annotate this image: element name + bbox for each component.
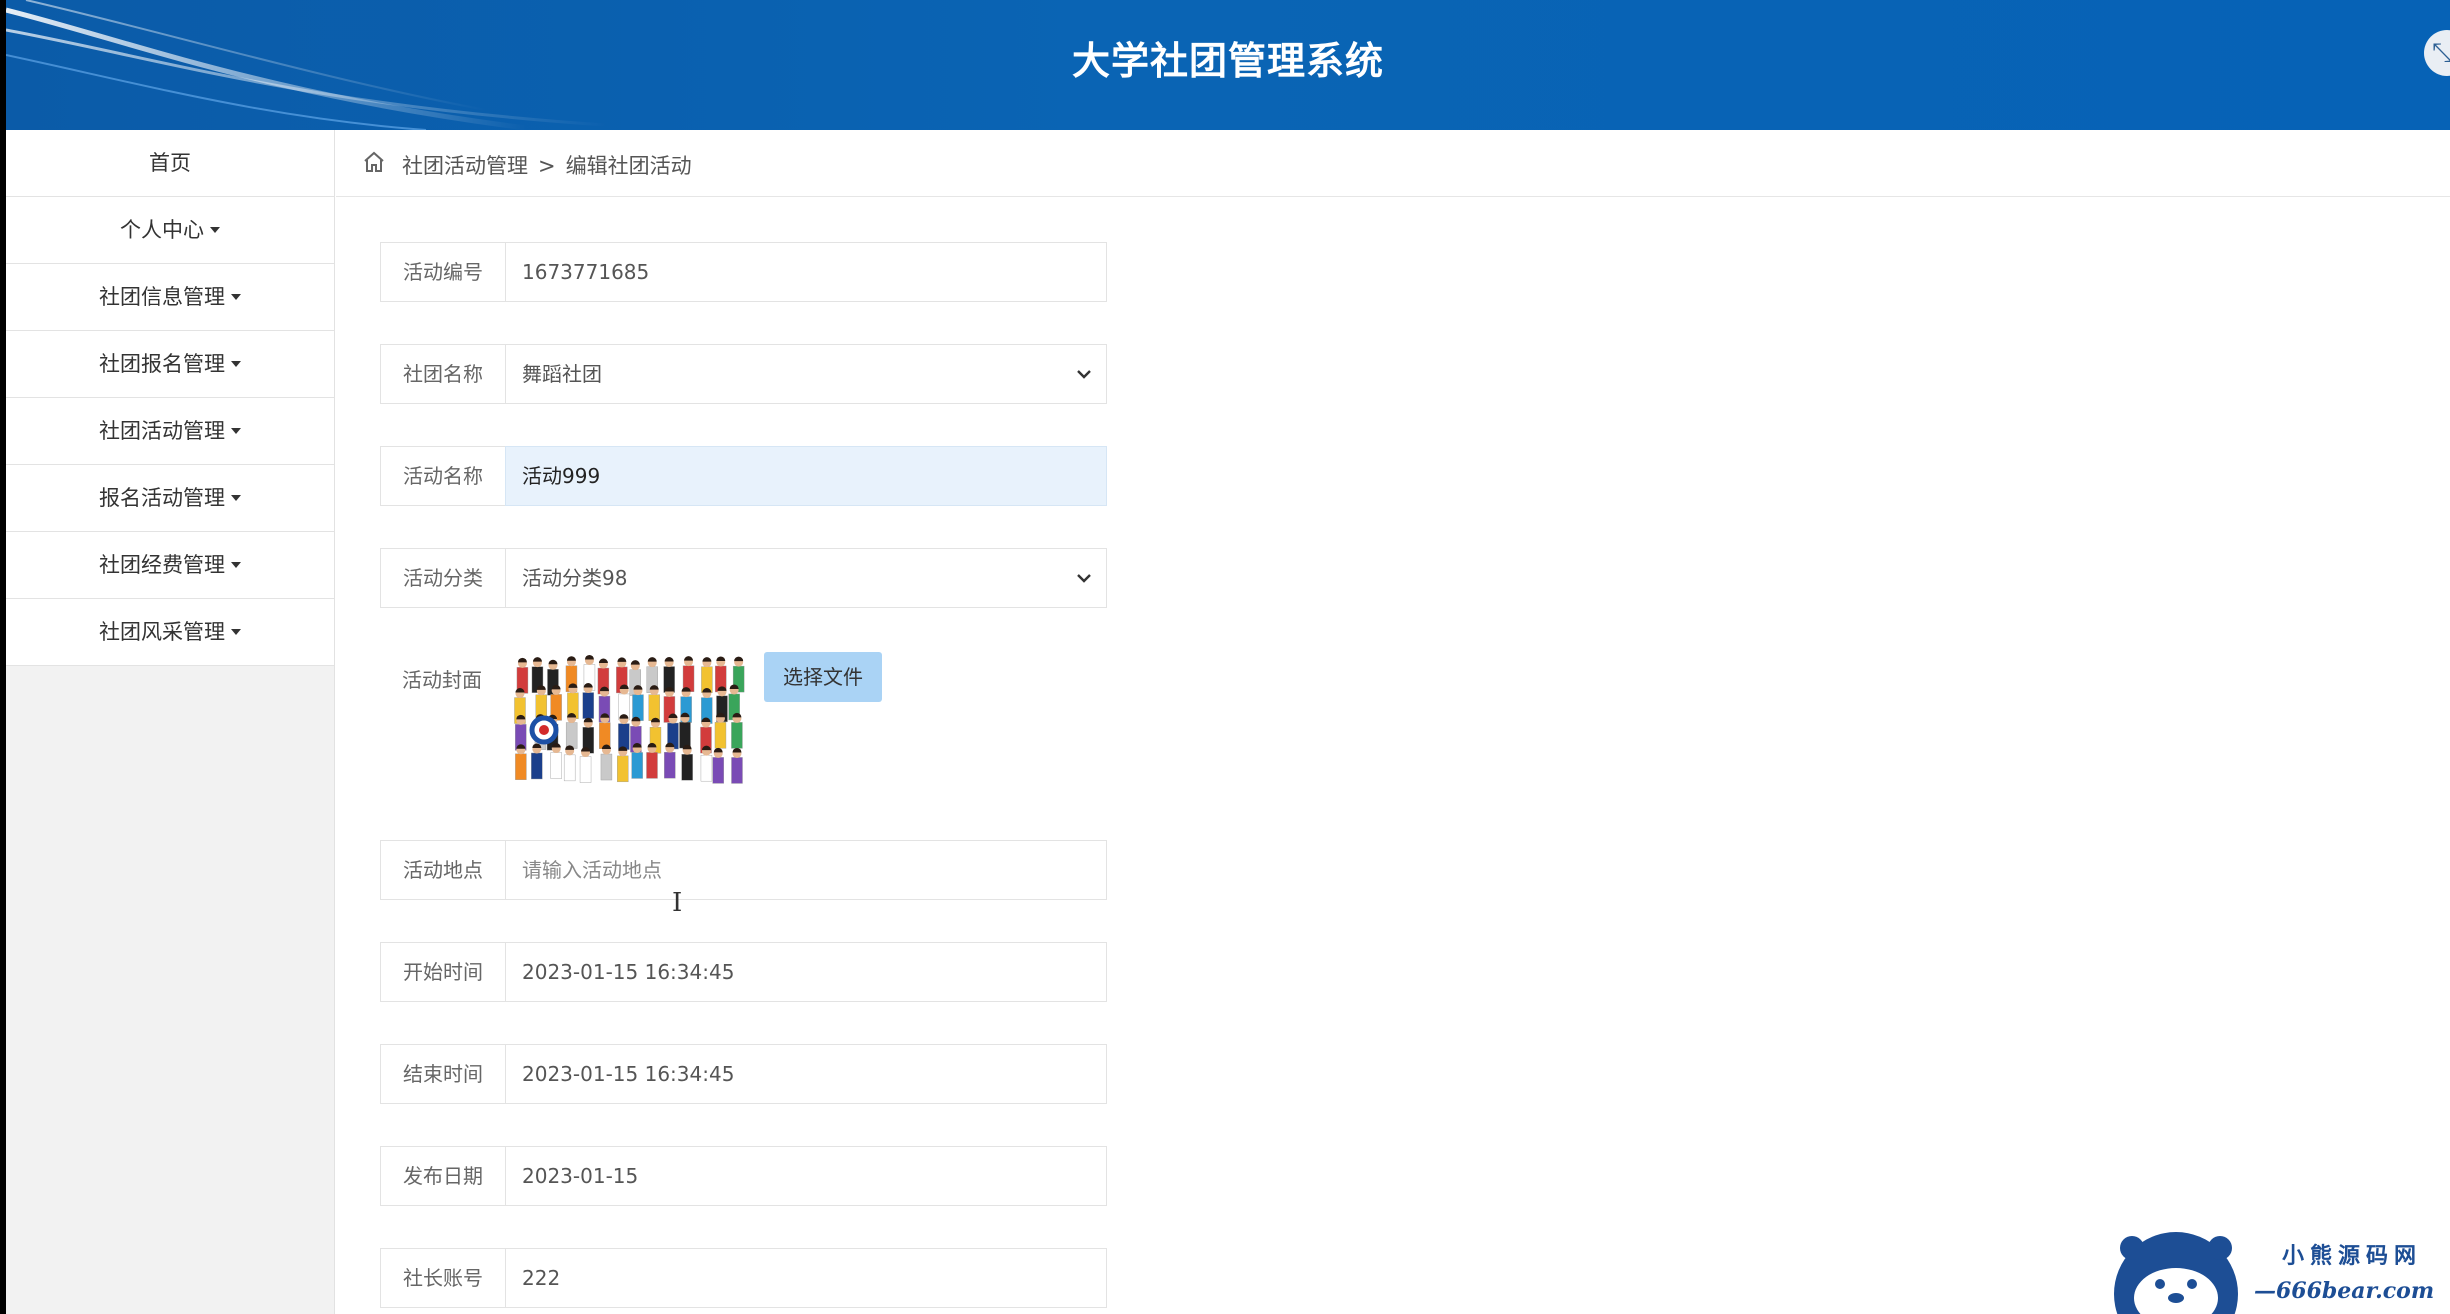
field-label: 社团名称 [380, 344, 505, 404]
activity-name-input[interactable]: 活动999 [505, 446, 1107, 506]
form-row-club-name: 社团名称 舞蹈社团 [380, 344, 1108, 404]
app-window: 大学社团管理系统 ⤡ 首页 个人中心 社团信息管理 社团报名管理 社团活动管理 … [6, 0, 2450, 1314]
sidebar-item-club-showcase[interactable]: 社团风采管理 [6, 599, 334, 666]
form-row-leader-account: 社长账号 222 [380, 1248, 1108, 1308]
field-label: 开始时间 [380, 942, 505, 1002]
category-select[interactable]: 活动分类98 [505, 548, 1107, 608]
breadcrumb-trail: 社团活动管理 > 编辑社团活动 [402, 150, 692, 180]
caret-down-icon [231, 495, 241, 501]
field-label: 活动名称 [380, 446, 505, 506]
cover-image-group-photo [508, 644, 748, 810]
caret-down-icon [210, 227, 220, 233]
caret-down-icon [231, 428, 241, 434]
club-name-select[interactable]: 舞蹈社团 [505, 344, 1107, 404]
sidebar-item-club-activity[interactable]: 社团活动管理 [6, 398, 334, 465]
bear-logo-icon [2114, 1232, 2238, 1314]
publish-date-input[interactable]: 2023-01-15 [505, 1146, 1107, 1206]
sidebar-item-label: 社团风采管理 [99, 620, 225, 644]
sidebar-item-club-info[interactable]: 社团信息管理 [6, 264, 334, 331]
form-row-end-time: 结束时间 2023-01-15 16:34:45 [380, 1044, 1108, 1104]
location-input[interactable]: 请输入活动地点 [505, 840, 1107, 900]
activity-no-input[interactable]: 1673771685 [505, 242, 1107, 302]
chevron-down-icon [1077, 574, 1091, 583]
breadcrumb-section-link[interactable]: 社团活动管理 [402, 154, 528, 178]
club-name-selected-value: 舞蹈社团 [522, 362, 602, 386]
sidebar-item-label: 社团信息管理 [99, 285, 225, 309]
form-row-category: 活动分类 活动分类98 [380, 548, 1108, 608]
watermark-cn-text: 小熊源码网 [2282, 1243, 2423, 1269]
text-cursor-icon: I [672, 888, 683, 918]
sidebar-item-label: 社团报名管理 [99, 352, 225, 376]
breadcrumb-current-page: 编辑社团活动 [565, 154, 692, 178]
sidebar-item-label: 首页 [149, 151, 191, 175]
caret-down-icon [231, 562, 241, 568]
field-label: 活动地点 [380, 840, 505, 900]
sidebar-item-activity-signup[interactable]: 报名活动管理 [6, 465, 334, 532]
field-label: 活动分类 [380, 548, 505, 608]
sidebar-item-label: 报名活动管理 [99, 486, 225, 510]
sidebar-item-label: 社团活动管理 [99, 419, 225, 443]
sidebar-item-label: 社团经费管理 [99, 553, 225, 577]
field-label: 结束时间 [380, 1044, 505, 1104]
end-time-input[interactable]: 2023-01-15 16:34:45 [505, 1044, 1107, 1104]
sidebar-item-label: 个人中心 [120, 218, 204, 242]
form-row-location: 活动地点 请输入活动地点 [380, 840, 1108, 900]
sidebar-item-club-signup[interactable]: 社团报名管理 [6, 331, 334, 398]
form-row-activity-no: 活动编号 1673771685 [380, 242, 1108, 302]
field-label: 活动编号 [380, 242, 505, 302]
breadcrumb: 社团活动管理 > 编辑社团活动 [336, 130, 2450, 197]
watermark-url-text: —666bear.com— [2254, 1278, 2435, 1314]
app-title: 大学社团管理系统 [1071, 39, 1384, 83]
form-row-activity-name: 活动名称 活动999 [380, 446, 1108, 506]
field-label: 活动封面 [402, 668, 482, 692]
start-time-input[interactable]: 2023-01-15 16:34:45 [505, 942, 1107, 1002]
form-row-start-time: 开始时间 2023-01-15 16:34:45 [380, 942, 1108, 1002]
sidebar: 首页 个人中心 社团信息管理 社团报名管理 社团活动管理 报名活动管理 社团经费… [6, 130, 335, 1314]
home-icon[interactable] [362, 150, 386, 174]
caret-down-icon [231, 294, 241, 300]
sidebar-item-club-funds[interactable]: 社团经费管理 [6, 532, 334, 599]
sidebar-item-home[interactable]: 首页 [6, 130, 334, 197]
caret-down-icon [231, 361, 241, 367]
choose-file-button[interactable]: 选择文件 [764, 652, 882, 702]
top-header: 大学社团管理系统 ⤡ [6, 0, 2450, 130]
chevron-down-icon [1077, 370, 1091, 379]
field-label: 社长账号 [380, 1248, 505, 1308]
leader-account-input[interactable]: 222 [505, 1248, 1107, 1308]
category-selected-value: 活动分类98 [522, 566, 628, 590]
form-row-cover: 活动封面 选择文件 [380, 644, 1108, 814]
caret-down-icon [231, 629, 241, 635]
field-label: 发布日期 [380, 1146, 505, 1206]
watermark: 小熊源码网 —666bear.com— [2106, 1228, 2446, 1314]
form-row-publish-date: 发布日期 2023-01-15 [380, 1146, 1108, 1206]
breadcrumb-separator: > [538, 154, 556, 178]
sidebar-item-personal-center[interactable]: 个人中心 [6, 197, 334, 264]
